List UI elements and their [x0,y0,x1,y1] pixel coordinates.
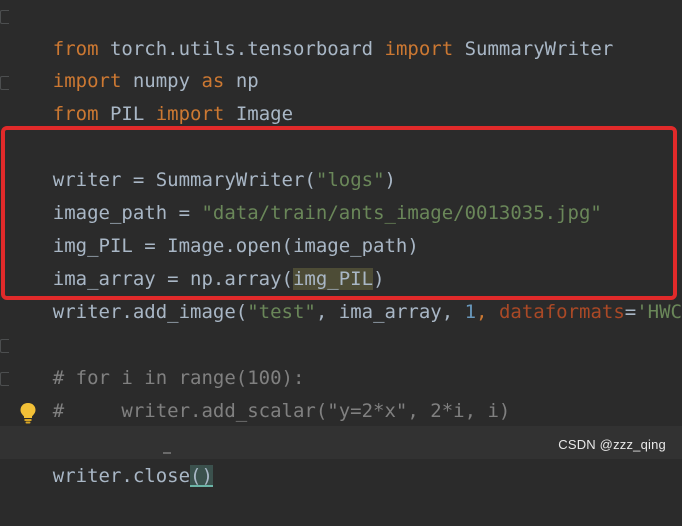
code-line-3[interactable]: from PIL import Image [7,65,293,125]
code-line-1[interactable]: from torch.utils.tensorboard import Summ… [7,0,614,60]
matched-brackets[interactable]: () [190,465,213,487]
watermark: CSDN @zzz_qing [558,437,666,452]
annotation-highlight-box [1,126,677,300]
code-line-9[interactable]: # for i in range(100): [7,329,305,389]
caret-underline [163,452,171,454]
code-line-10[interactable]: # writer.add_scalar("y=2*x", 2*i, i) [7,362,511,422]
code-editor[interactable]: from torch.utils.tensorboard import Summ… [0,0,682,487]
code-line-2[interactable]: import numpy as np [7,32,259,92]
code-line-11[interactable]: writer.close() [7,427,213,487]
lightbulb-icon[interactable] [19,402,37,424]
